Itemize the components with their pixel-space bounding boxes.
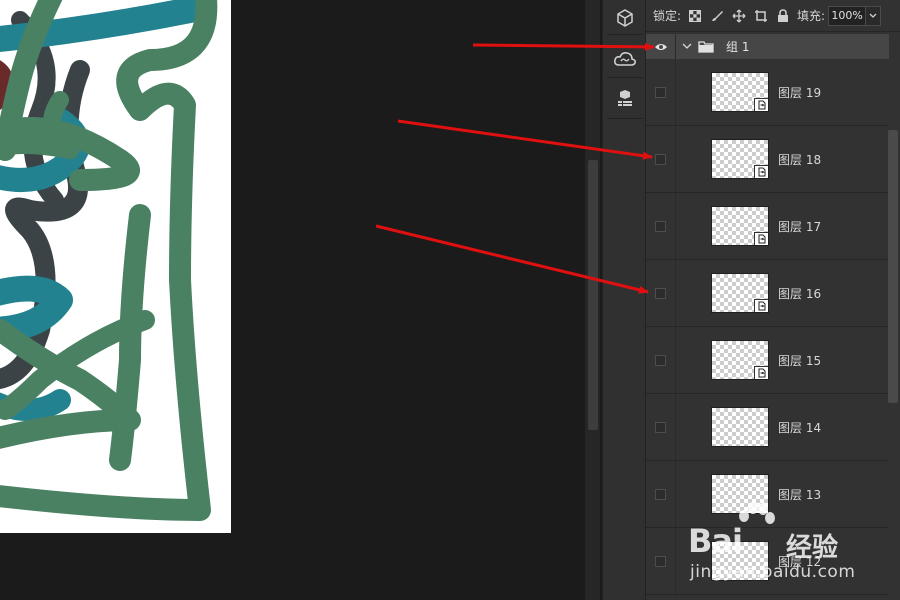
visibility-checkbox[interactable] — [655, 354, 666, 366]
layer-row[interactable]: 图层 17 — [646, 193, 889, 260]
lock-transparent-pixels-icon[interactable] — [687, 8, 703, 24]
lock-options-bar: 锁定: 填充: 100% — [646, 0, 900, 32]
visibility-checkbox[interactable] — [655, 153, 666, 165]
group-visibility-eye-icon[interactable] — [646, 34, 676, 59]
visibility-checkbox[interactable] — [655, 287, 666, 299]
layer-visibility-toggle[interactable] — [646, 59, 676, 125]
layer-row[interactable]: 图层 19 — [646, 59, 889, 126]
layer-thumbnail[interactable] — [711, 273, 769, 313]
layer-thumbnail[interactable] — [711, 206, 769, 246]
layers-panel: 锁定: 填充: 100% 组 1 图层 19 图层 18 图层 17 图层 16… — [645, 0, 900, 600]
smart-object-badge-icon — [754, 98, 768, 111]
layer-row[interactable]: 图层 12 — [646, 528, 889, 595]
layer-visibility-toggle[interactable] — [646, 260, 676, 326]
visibility-checkbox[interactable] — [655, 555, 666, 567]
layers-panel-scroll-thumb[interactable] — [888, 130, 898, 403]
layer-thumbnail[interactable] — [711, 474, 769, 514]
layer-thumbnail[interactable] — [711, 541, 769, 581]
3d-cube-icon[interactable] — [607, 0, 643, 36]
document-canvas[interactable] — [0, 0, 231, 533]
layer-name: 图层 17 — [778, 219, 822, 234]
smart-object-badge-icon — [754, 299, 768, 312]
layer-name: 图层 13 — [778, 487, 822, 502]
lock-image-pixels-icon[interactable] — [709, 8, 725, 24]
layer-thumbnail[interactable] — [711, 340, 769, 380]
3d-scene-icon[interactable] — [607, 80, 643, 116]
layer-name: 图层 14 — [778, 420, 822, 435]
layer-visibility-toggle[interactable] — [646, 327, 676, 393]
layer-visibility-toggle[interactable] — [646, 528, 676, 594]
smart-object-badge-icon — [754, 366, 768, 379]
layer-thumbnail[interactable] — [711, 72, 769, 112]
photoshop-window: 锁定: 填充: 100% 组 1 图层 19 图层 18 图层 17 图层 16… — [0, 0, 900, 600]
layer-group-row[interactable]: 组 1 — [646, 34, 889, 59]
visibility-checkbox[interactable] — [655, 488, 666, 500]
strip-divider — [607, 118, 643, 119]
smart-object-badge-icon — [754, 232, 768, 245]
layer-visibility-toggle[interactable] — [646, 193, 676, 259]
layer-thumbnail[interactable] — [711, 139, 769, 179]
canvas-artwork — [0, 0, 218, 521]
fill-label: 填充: — [797, 9, 826, 23]
creative-cloud-libraries-icon[interactable] — [607, 41, 643, 77]
folder-icon — [698, 40, 716, 53]
layer-row[interactable]: 图层 13 — [646, 461, 889, 528]
strip-divider — [607, 34, 643, 35]
layer-name: 图层 12 — [778, 554, 822, 569]
smart-object-badge-icon — [754, 165, 768, 178]
lock-position-icon[interactable] — [731, 8, 747, 24]
layer-visibility-toggle[interactable] — [646, 394, 676, 460]
group-name: 组 1 — [726, 40, 750, 54]
layer-row[interactable]: 图层 16 — [646, 260, 889, 327]
canvas-scroll-thumb[interactable] — [588, 160, 598, 430]
layer-thumbnail[interactable] — [711, 407, 769, 447]
layer-row[interactable]: 图层 15 — [646, 327, 889, 394]
layer-name: 图层 16 — [778, 286, 822, 301]
lock-all-icon[interactable] — [775, 8, 791, 24]
visibility-checkbox[interactable] — [655, 86, 666, 98]
visibility-checkbox[interactable] — [655, 220, 666, 232]
layer-name: 图层 18 — [778, 152, 822, 167]
fill-dropdown-chevron-icon[interactable] — [866, 5, 882, 26]
layer-name: 图层 19 — [778, 85, 822, 100]
strip-divider — [607, 77, 643, 78]
layer-row[interactable]: 图层 14 — [646, 394, 889, 461]
layer-row[interactable]: 图层 18 — [646, 126, 889, 193]
layer-visibility-toggle[interactable] — [646, 461, 676, 527]
workspace-background — [231, 0, 585, 600]
visibility-checkbox[interactable] — [655, 421, 666, 433]
layer-name: 图层 15 — [778, 353, 822, 368]
lock-artboard-icon[interactable] — [753, 8, 769, 24]
layer-visibility-toggle[interactable] — [646, 126, 676, 192]
fill-opacity-input[interactable]: 100% — [828, 5, 867, 26]
group-expand-chevron-icon[interactable] — [682, 43, 692, 50]
panel-icon-strip — [602, 0, 645, 600]
lock-label: 锁定: — [653, 9, 682, 23]
